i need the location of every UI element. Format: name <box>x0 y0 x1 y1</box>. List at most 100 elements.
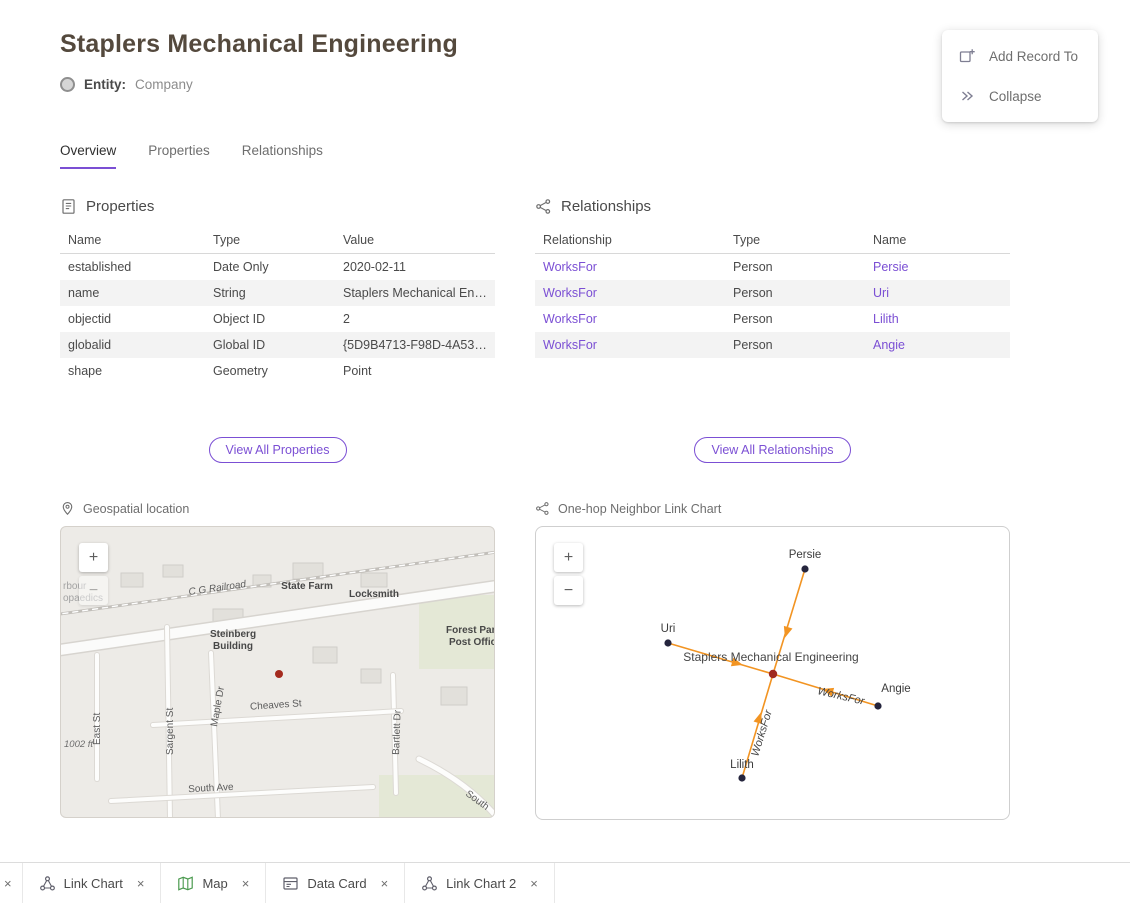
menu-item-label: Add Record To <box>989 49 1078 64</box>
properties-section-header: Properties <box>60 198 495 215</box>
menu-item-add-record-to[interactable]: Add Record To <box>942 36 1098 76</box>
map-pin-icon <box>60 501 75 516</box>
map-zoom-controls: + − <box>79 543 108 605</box>
one-hop-header: One-hop Neighbor Link Chart <box>535 501 1010 516</box>
relationship-link[interactable]: WorksFor <box>543 260 597 274</box>
entity-label: Entity: <box>84 77 126 92</box>
related-entity-link[interactable]: Lilith <box>873 312 899 326</box>
cell-name: globalid <box>60 332 205 358</box>
bottom-tab-link-chart-2[interactable]: Link Chart 2 × <box>404 863 555 903</box>
cell-value: {5D9B4713-F98D-4A53-… <box>335 332 495 358</box>
map-canvas[interactable]: + − <box>60 526 495 818</box>
cell-name: shape <box>60 358 205 384</box>
node-label-angie: Angie <box>881 683 910 695</box>
link-chart-node-labels: Persie Uri Angie Lilith Staplers Mechani… <box>661 549 911 771</box>
view-all-relationships-button[interactable]: View All Relationships <box>694 437 850 463</box>
edge-label-worksfor: WorksFor <box>749 708 775 758</box>
map-label-forest-2: Post Offic <box>449 637 495 648</box>
map-label-steinberg-2: Building <box>213 641 253 652</box>
table-row: objectid Object ID 2 <box>60 306 495 332</box>
offscreen-tab-close-icon[interactable]: × <box>0 876 22 891</box>
tab-relationships[interactable]: Relationships <box>242 143 323 169</box>
cell-type: Person <box>725 280 865 306</box>
map-icon <box>177 875 194 892</box>
geospatial-header: Geospatial location <box>60 501 495 516</box>
menu-item-collapse[interactable]: Collapse <box>942 76 1098 116</box>
map-label-bartlett-dr: Bartlett Dr <box>391 709 404 755</box>
link-chart-graphic: WorksFor WorksFor Persie Uri Angie Lilit… <box>536 527 1009 819</box>
map-label-locksmith: Locksmith <box>349 589 399 600</box>
relationships-actions: View All Relationships <box>535 437 1010 463</box>
relationships-table-area: Relationship Type Name WorksFor Person P… <box>535 227 1010 435</box>
node-persie[interactable] <box>801 565 808 572</box>
tab-properties[interactable]: Properties <box>148 143 210 169</box>
relationships-column: Relationships Relationship Type Name Wor… <box>535 198 1010 820</box>
close-tab-icon[interactable]: × <box>381 876 389 891</box>
entity-location-marker[interactable] <box>275 670 283 678</box>
properties-table-area: Name Type Value established Date Only 20… <box>60 227 495 435</box>
map-scale-label: 1002 ft <box>64 739 93 750</box>
close-tab-icon[interactable]: × <box>530 876 538 891</box>
close-tab-icon[interactable]: × <box>242 876 250 891</box>
cell-type: Person <box>725 332 865 358</box>
relationships-icon <box>535 198 552 215</box>
bottom-tab-link-chart[interactable]: Link Chart × <box>22 863 161 903</box>
edge-label-worksfor: WorksFor <box>816 685 866 708</box>
one-hop-title: One-hop Neighbor Link Chart <box>558 502 721 516</box>
node-lilith[interactable] <box>738 774 745 781</box>
table-row: shape Geometry Point <box>60 358 495 384</box>
link-chart-canvas[interactable]: + − WorksFor WorksFor <box>535 526 1010 820</box>
close-tab-icon[interactable]: × <box>137 876 145 891</box>
card-tabs: Overview Properties Relationships <box>60 143 323 169</box>
bottom-tab-label: Link Chart 2 <box>446 876 516 891</box>
relationships-table: Relationship Type Name WorksFor Person P… <box>535 227 1010 358</box>
related-entity-link[interactable]: Uri <box>873 286 889 300</box>
context-menu: Add Record To Collapse <box>942 30 1098 122</box>
bottom-tab-data-card[interactable]: Data Card × <box>265 863 404 903</box>
relationships-section-header: Relationships <box>535 198 1010 215</box>
relationship-link[interactable]: WorksFor <box>543 338 597 352</box>
node-center-entity[interactable] <box>769 670 777 678</box>
table-header-row: Relationship Type Name <box>535 227 1010 254</box>
cell-type: Person <box>725 254 865 281</box>
col-type: Type <box>725 227 865 254</box>
table-row: WorksFor Person Persie <box>535 254 1010 281</box>
map-label-state-farm: State Farm <box>281 581 333 592</box>
col-name: Name <box>865 227 1010 254</box>
data-card-icon <box>282 875 299 892</box>
chart-zoom-out-button[interactable]: − <box>554 576 583 605</box>
map-label-railroad: C G Railroad <box>188 579 247 598</box>
bottom-tab-map[interactable]: Map × <box>160 863 265 903</box>
table-row: globalid Global ID {5D9B4713-F98D-4A53-… <box>60 332 495 358</box>
properties-icon <box>60 198 77 215</box>
cell-name: name <box>60 280 205 306</box>
relationship-link[interactable]: WorksFor <box>543 312 597 326</box>
node-label-center: Staplers Mechanical Engineering <box>683 650 858 664</box>
chart-zoom-in-button[interactable]: + <box>554 543 583 572</box>
cell-value: 2 <box>335 306 495 332</box>
related-entity-link[interactable]: Persie <box>873 260 908 274</box>
table-row: established Date Only 2020-02-11 <box>60 254 495 281</box>
view-all-properties-button[interactable]: View All Properties <box>209 437 347 463</box>
tab-overview[interactable]: Overview <box>60 143 116 169</box>
map-zoom-in-button[interactable]: + <box>79 543 108 572</box>
bottom-tab-bar: × Link Chart × Map × Data Ca <box>0 862 1130 903</box>
node-angie[interactable] <box>874 702 881 709</box>
node-label-persie: Persie <box>789 549 822 561</box>
table-row: WorksFor Person Uri <box>535 280 1010 306</box>
cell-type: Geometry <box>205 358 335 384</box>
relationship-link[interactable]: WorksFor <box>543 286 597 300</box>
table-row: name String Staplers Mechanical Eng… <box>60 280 495 306</box>
chart-zoom-controls: + − <box>554 543 583 605</box>
col-name: Name <box>60 227 205 254</box>
table-row: WorksFor Person Lilith <box>535 306 1010 332</box>
map-label-cheaves-st: Cheaves St <box>250 698 303 713</box>
bottom-tab-label: Map <box>202 876 227 891</box>
map-label-steinberg-1: Steinberg <box>210 629 256 640</box>
map-label-east-st: East St <box>92 713 103 745</box>
map-zoom-out-button[interactable]: − <box>79 576 108 605</box>
related-entity-link[interactable]: Angie <box>873 338 905 352</box>
table-header-row: Name Type Value <box>60 227 495 254</box>
map-label-sargent-st: Sargent St <box>165 708 176 755</box>
node-uri[interactable] <box>664 639 671 646</box>
